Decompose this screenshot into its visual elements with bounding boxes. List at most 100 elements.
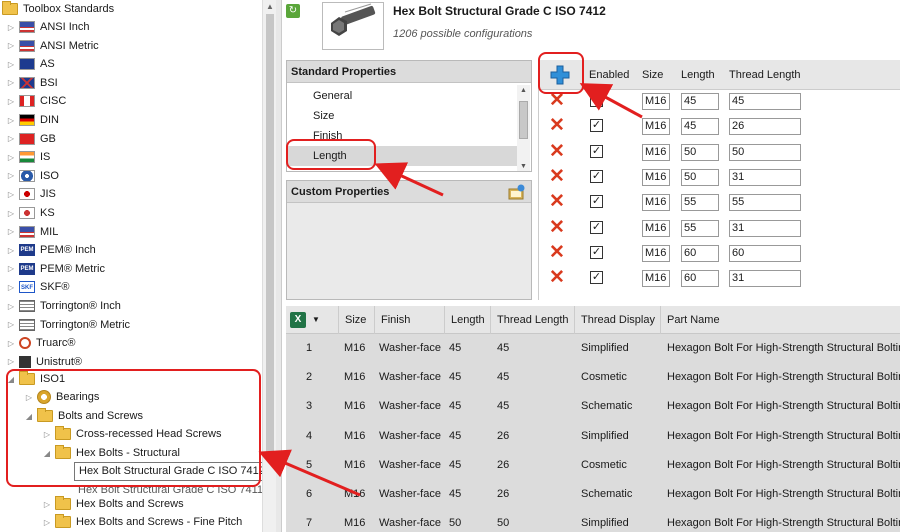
grid-row[interactable]: 6 M16 Washer-face 45 26 Schematic Hexagon Bolt… xyxy=(286,480,900,509)
collapsed-arrow-icon[interactable]: ▷ xyxy=(6,171,16,180)
add-row-button[interactable] xyxy=(545,63,575,87)
property-general[interactable]: General xyxy=(313,86,517,106)
collapsed-arrow-icon[interactable]: ▷ xyxy=(6,209,16,218)
thread-length-field[interactable]: 55 xyxy=(729,194,801,212)
enabled-checkbox[interactable]: ✓ xyxy=(590,144,603,158)
enabled-checkbox[interactable]: ✓ xyxy=(590,245,603,259)
length-field[interactable]: 60 xyxy=(681,270,719,288)
tree-item-iso7412-tooltip[interactable]: Hex Bolt Structural Grade C ISO 7412 xyxy=(74,462,262,481)
enabled-checkbox[interactable]: ✓ xyxy=(590,271,603,285)
tree-item-torrington-metric[interactable]: ▷ Torrington® Metric xyxy=(6,316,130,334)
collapsed-arrow-icon[interactable]: ▷ xyxy=(42,430,52,439)
collapsed-arrow-icon[interactable]: ▷ xyxy=(6,116,16,125)
enabled-checkbox[interactable]: ✓ xyxy=(590,220,603,234)
collapsed-arrow-icon[interactable]: ▷ xyxy=(6,41,16,50)
grid-col-thread-length[interactable]: Thread Length xyxy=(490,306,574,334)
tree-item-skf[interactable]: ▷ SKF SKF® xyxy=(6,278,70,296)
thread-length-field[interactable]: 31 xyxy=(729,219,801,237)
size-field[interactable]: M16 xyxy=(642,194,670,212)
delete-row-icon[interactable]: ✕ xyxy=(549,268,565,288)
delete-row-icon[interactable]: ✕ xyxy=(549,217,565,238)
tree-item-din[interactable]: ▷ DIN xyxy=(6,111,59,129)
collapsed-arrow-icon[interactable]: ▷ xyxy=(6,339,16,348)
tree-item-pem-inch[interactable]: ▷ PEM PEM® Inch xyxy=(6,241,96,259)
expanded-arrow-icon[interactable]: ◢ xyxy=(42,449,52,458)
grid-col-size[interactable]: Size xyxy=(338,306,374,334)
tree-root[interactable]: Toolbox Standards xyxy=(2,0,114,18)
collapsed-arrow-icon[interactable]: ▷ xyxy=(6,302,16,311)
collapsed-arrow-icon[interactable]: ▷ xyxy=(6,190,16,199)
property-finish[interactable]: Finish xyxy=(313,126,517,146)
delete-row-icon[interactable]: ✕ xyxy=(549,91,565,111)
tree-item-hex-bolts-structural[interactable]: ◢ Hex Bolts - Structural xyxy=(42,444,180,462)
expanded-arrow-icon[interactable]: ◢ xyxy=(24,412,34,421)
properties-scroll-thumb[interactable] xyxy=(519,101,528,139)
size-field[interactable]: M16 xyxy=(642,168,670,186)
size-field[interactable]: M16 xyxy=(642,270,670,288)
excel-export-icon[interactable]: X xyxy=(290,312,306,328)
collapsed-arrow-icon[interactable]: ▷ xyxy=(42,500,52,509)
collapsed-arrow-icon[interactable]: ▷ xyxy=(6,23,16,32)
thread-length-field[interactable]: 26 xyxy=(729,118,801,136)
collapsed-arrow-icon[interactable]: ▷ xyxy=(6,153,16,162)
collapsed-arrow-icon[interactable]: ▷ xyxy=(6,134,16,143)
enabled-checkbox[interactable]: ✓ xyxy=(590,94,603,107)
tree-scrollbar[interactable]: ▲ xyxy=(262,0,276,532)
thread-length-field[interactable]: 31 xyxy=(729,270,801,288)
tree-item-pem-metric[interactable]: ▷ PEM PEM® Metric xyxy=(6,260,105,278)
grid-row[interactable]: 5 M16 Washer-face 45 26 Cosmetic Hexagon Bolt … xyxy=(286,451,900,480)
length-field[interactable]: 55 xyxy=(681,194,719,212)
collapsed-arrow-icon[interactable]: ▷ xyxy=(6,264,16,273)
tree-item-bsi[interactable]: ▷ BSI xyxy=(6,74,58,92)
collapsed-arrow-icon[interactable]: ▷ xyxy=(6,320,16,329)
tree-item-gb[interactable]: ▷ GB xyxy=(6,130,56,148)
tree-item-truarc[interactable]: ▷ Truarc® xyxy=(6,334,75,352)
tree-item-torrington-inch[interactable]: ▷ Torrington® Inch xyxy=(6,297,121,315)
size-field[interactable]: M16 xyxy=(642,143,670,161)
thread-length-field[interactable]: 60 xyxy=(729,244,801,262)
grid-row[interactable]: 1 M16 Washer-face 45 45 Simplified Hexagon Bol… xyxy=(286,334,900,363)
thread-length-field[interactable]: 50 xyxy=(729,143,801,161)
tree-item-mil[interactable]: ▷ MIL xyxy=(6,223,58,241)
properties-scrollbar[interactable]: ▲ ▼ xyxy=(517,85,530,171)
tree-item-ks[interactable]: ▷ KS xyxy=(6,204,55,222)
expanded-arrow-icon[interactable]: ◢ xyxy=(6,375,16,384)
length-field[interactable]: 55 xyxy=(681,219,719,237)
enabled-checkbox[interactable]: ✓ xyxy=(590,119,603,133)
size-field[interactable]: M16 xyxy=(642,118,670,136)
length-field[interactable]: 50 xyxy=(681,143,719,161)
grid-row[interactable]: 3 M16 Washer-face 45 45 Schematic Hexagon Bolt… xyxy=(286,392,900,421)
size-field[interactable]: M16 xyxy=(642,219,670,237)
collapsed-arrow-icon[interactable]: ▷ xyxy=(6,78,16,87)
scroll-down-icon[interactable]: ▼ xyxy=(520,163,527,170)
collapsed-arrow-icon[interactable]: ▷ xyxy=(6,357,16,366)
thread-length-field[interactable]: 45 xyxy=(729,93,801,110)
tree-item-jis[interactable]: ▷ JIS xyxy=(6,185,56,203)
grid-col-finish[interactable]: Finish xyxy=(374,306,444,334)
delete-row-icon[interactable]: ✕ xyxy=(549,166,565,187)
tree-scroll-thumb[interactable] xyxy=(266,14,274,454)
delete-row-icon[interactable]: ✕ xyxy=(549,192,565,212)
enabled-checkbox[interactable]: ✓ xyxy=(590,169,603,183)
length-field[interactable]: 45 xyxy=(681,118,719,136)
collapsed-arrow-icon[interactable]: ▷ xyxy=(6,283,16,292)
tree-item-bolts-and-screws[interactable]: ◢ Bolts and Screws xyxy=(24,407,143,425)
tree-item-bearings[interactable]: ▷ Bearings xyxy=(24,388,99,406)
grid-col-length[interactable]: Length xyxy=(444,306,490,334)
collapsed-arrow-icon[interactable]: ▷ xyxy=(6,227,16,236)
thread-length-field[interactable]: 31 xyxy=(729,168,801,186)
grid-row[interactable]: 2 M16 Washer-face 45 45 Cosmetic Hexagon Bolt … xyxy=(286,363,900,392)
length-field[interactable]: 50 xyxy=(681,168,719,186)
tree-item-as[interactable]: ▷ AS xyxy=(6,55,55,73)
add-custom-property-icon[interactable] xyxy=(507,184,525,200)
collapsed-arrow-icon[interactable]: ▷ xyxy=(6,60,16,69)
enabled-checkbox[interactable]: ✓ xyxy=(590,195,603,209)
grid-col-part-name[interactable]: Part Name xyxy=(660,306,900,334)
tree-item-hex-bolts-and-screws[interactable]: ▷ Hex Bolts and Screws xyxy=(42,495,184,513)
collapsed-arrow-icon[interactable]: ▷ xyxy=(42,518,52,527)
length-field[interactable]: 60 xyxy=(681,244,719,262)
collapsed-arrow-icon[interactable]: ▷ xyxy=(24,393,34,402)
property-length[interactable]: Length xyxy=(287,146,517,166)
scroll-up-icon[interactable]: ▲ xyxy=(520,87,527,94)
size-field[interactable]: M16 xyxy=(642,93,670,110)
